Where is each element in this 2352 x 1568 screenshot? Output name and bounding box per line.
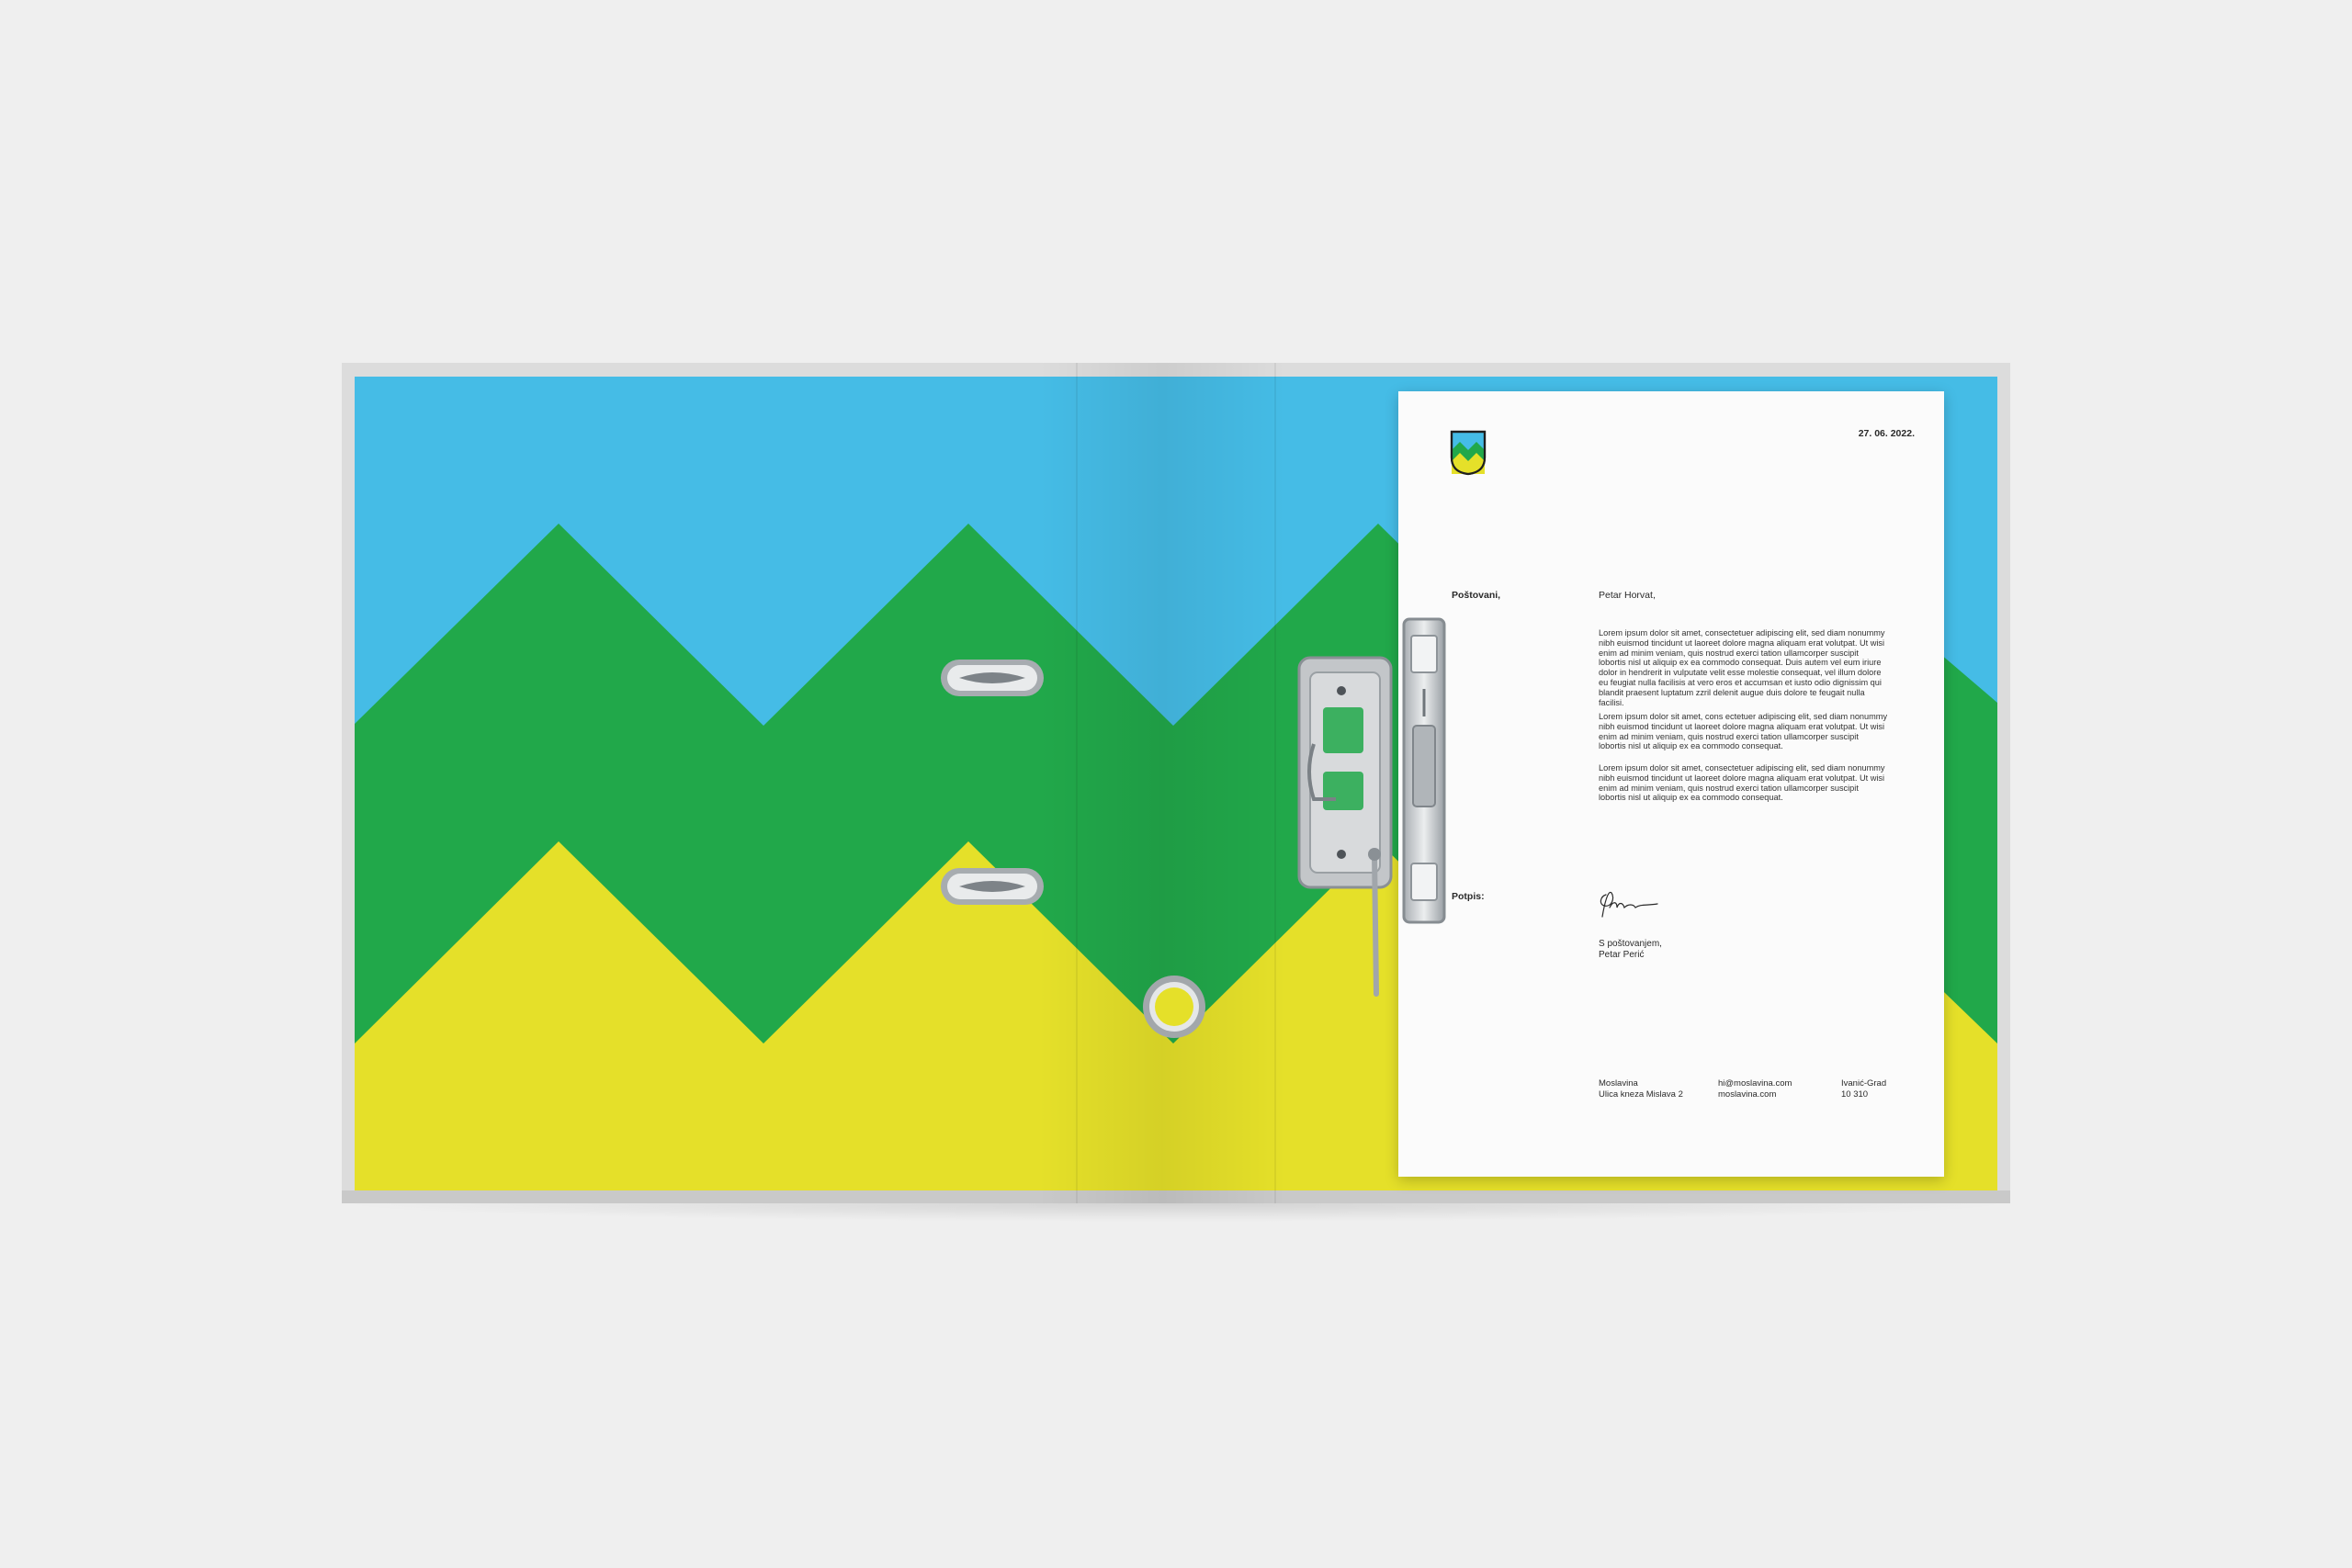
letter-paragraph-1: Lorem ipsum dolor sit amet, consectetuer… [1599, 628, 1885, 707]
footer-contact: hi@moslavina.com moslavina.com [1718, 1078, 1792, 1100]
footer-website[interactable]: moslavina.com [1718, 1089, 1792, 1100]
binder-scene [340, 363, 2012, 1222]
footer-postcode: 10 310 [1841, 1089, 1869, 1100]
handwritten-signature [1600, 891, 1658, 918]
recipient-name: Petar Horvat, [1599, 590, 1656, 601]
salutation-label: Poštovani, [1452, 590, 1501, 601]
slot-eyelet-bottom [941, 868, 1044, 905]
footer-city: Ivanić-Grad 10 310 [1841, 1078, 1886, 1100]
footer-city-name: Ivanić-Grad [1841, 1078, 1887, 1089]
closing: S poštovanjem, Petar Perić [1599, 939, 1662, 961]
footer-email[interactable]: hi@moslavina.com [1718, 1078, 1792, 1089]
lever-arch-mechanism[interactable] [1286, 606, 1470, 1010]
closing-line-1: S poštovanjem, [1599, 939, 1662, 949]
mountain-shield-icon [1450, 430, 1487, 476]
letter-paragraph-3: Lorem ipsum dolor sit amet, consectetuer… [1599, 763, 1885, 803]
slot-eyelet-top [941, 660, 1044, 696]
closing-line-2: Petar Perić [1599, 950, 1645, 960]
footer-street: Ulica kneza Mislava 2 [1599, 1089, 1683, 1100]
letter-date: 27. 06. 2022. [1858, 428, 1915, 439]
finger-hole-ring [1143, 976, 1205, 1038]
letter-paragraph-2: Lorem ipsum dolor sit amet, cons ectetue… [1599, 712, 1888, 751]
letterhead-sheet[interactable]: 27. 06. 2022. Poštovani, Petar Horvat, L… [1398, 391, 1944, 1177]
spine-shade [1038, 363, 1286, 1203]
footer-address: Moslavina Ulica kneza Mislava 2 [1599, 1078, 1683, 1100]
mechanism-lever-rod[interactable] [1372, 852, 1379, 997]
footer-org: Moslavina [1599, 1078, 1638, 1089]
